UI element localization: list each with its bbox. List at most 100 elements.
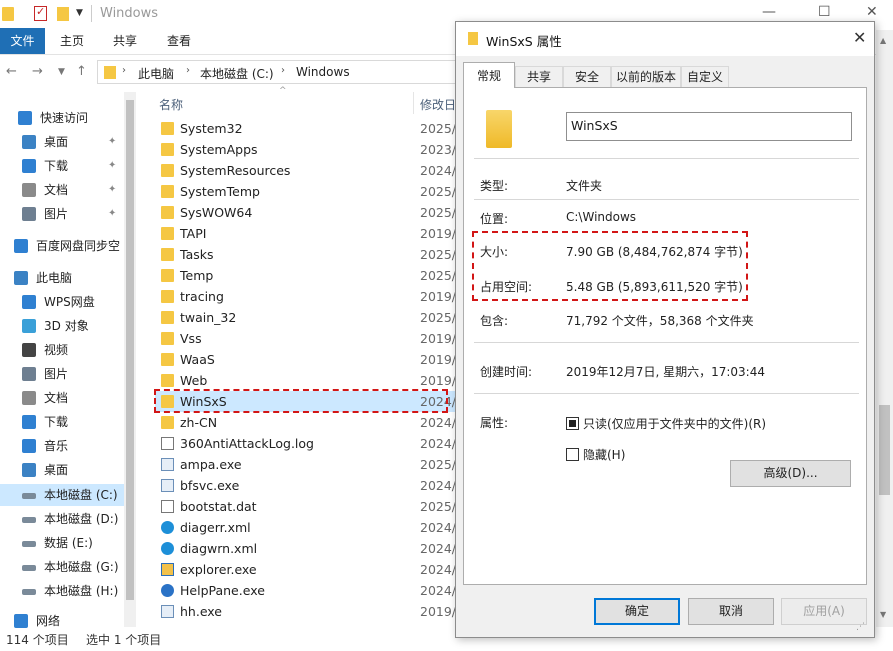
nav-item[interactable]: 本地磁盘 (C:) bbox=[0, 484, 124, 506]
properties-icon[interactable] bbox=[34, 5, 47, 21]
file-row[interactable]: HelpPane.exe 2024/0 bbox=[155, 580, 464, 601]
nav-item[interactable]: WPS网盘 bbox=[0, 291, 124, 313]
readonly-label[interactable]: 只读(仅应用于文件夹中的文件)(R) bbox=[583, 415, 766, 432]
file-row[interactable]: bootstat.dat 2025/2 bbox=[155, 496, 464, 517]
file-row[interactable]: SystemTemp 2025/2 bbox=[155, 181, 464, 202]
nav-item[interactable]: 3D 对象 bbox=[0, 315, 124, 337]
attributes-label: 属性: bbox=[480, 416, 509, 430]
file-row[interactable]: tracing 2019/1 bbox=[155, 286, 464, 307]
cancel-button[interactable]: 取消 bbox=[688, 598, 774, 625]
file-row[interactable]: diagwrn.xml 2024/0 bbox=[155, 538, 464, 559]
scroll-down-icon[interactable]: ▼ bbox=[880, 610, 886, 619]
dialog-close-button[interactable]: ✕ bbox=[853, 28, 866, 47]
file-list-scrollbar[interactable]: ▲ ▼ bbox=[876, 30, 893, 627]
hidden-checkbox[interactable] bbox=[566, 448, 579, 461]
file-row[interactable]: twain_32 2025/2 bbox=[155, 307, 464, 328]
nav-item[interactable]: 视频 bbox=[0, 339, 124, 361]
pin-icon[interactable]: ✦ bbox=[108, 179, 116, 201]
pin-icon[interactable]: ✦ bbox=[108, 155, 116, 177]
nav-item[interactable]: 下载 bbox=[0, 411, 124, 433]
nav-item-label: 百度网盘同步空 bbox=[36, 239, 121, 253]
nav-item[interactable]: 图片 bbox=[0, 363, 124, 385]
file-row[interactable]: bfsvc.exe 2024/0 bbox=[155, 475, 464, 496]
file-row[interactable]: SystemResources 2024/0 bbox=[155, 160, 464, 181]
file-row[interactable]: SystemApps 2023/1 bbox=[155, 139, 464, 160]
baidu-cloud-icon bbox=[14, 239, 28, 253]
file-row[interactable]: WaaS 2019/1 bbox=[155, 349, 464, 370]
back-icon[interactable]: ← bbox=[6, 64, 17, 79]
tab-view[interactable]: 查看 bbox=[157, 28, 201, 54]
scrollbar-thumb[interactable] bbox=[126, 100, 134, 600]
nav-item[interactable]: 音乐 bbox=[0, 435, 124, 457]
nav-scrollbar[interactable] bbox=[124, 92, 136, 627]
file-row[interactable]: 360AntiAttackLog.log 2024/0 bbox=[155, 433, 464, 454]
file-row[interactable]: SysWOW64 2025/2 bbox=[155, 202, 464, 223]
music-icon bbox=[22, 439, 36, 453]
resize-grip-icon[interactable]: ⋰ bbox=[856, 622, 865, 632]
pin-icon[interactable]: ✦ bbox=[108, 131, 116, 153]
breadcrumb-this-pc[interactable]: 此电脑 bbox=[138, 65, 174, 82]
file-row[interactable]: ampa.exe 2025/1 bbox=[155, 454, 464, 475]
recent-locations-icon[interactable]: ▼ bbox=[58, 67, 65, 77]
nav-item[interactable]: 下载 ✦ bbox=[0, 155, 124, 177]
breadcrumb-windows[interactable]: Windows bbox=[296, 65, 350, 79]
breadcrumb-drive-c[interactable]: 本地磁盘 (C:) bbox=[200, 65, 274, 82]
file-row[interactable]: Temp 2025/2 bbox=[155, 265, 464, 286]
chevron-right-icon[interactable]: › bbox=[281, 65, 285, 76]
tab-file[interactable]: 文件 bbox=[0, 28, 45, 54]
minimize-button[interactable]: — bbox=[762, 4, 776, 20]
advanced-button[interactable]: 高级(D)... bbox=[730, 460, 851, 487]
file-row[interactable]: Vss 2019/1 bbox=[155, 328, 464, 349]
ok-button[interactable]: 确定 bbox=[594, 598, 680, 625]
hidden-label[interactable]: 隐藏(H) bbox=[583, 446, 625, 463]
tab-home[interactable]: 主页 bbox=[50, 28, 94, 54]
column-divider[interactable] bbox=[413, 92, 414, 114]
file-row[interactable]: Tasks 2025/2 bbox=[155, 244, 464, 265]
apply-button[interactable]: 应用(A) bbox=[781, 598, 867, 625]
customize-toolbar-icon[interactable]: ▼ bbox=[76, 8, 83, 24]
forward-icon[interactable]: → bbox=[32, 64, 43, 79]
tab-security[interactable]: 安全 bbox=[563, 66, 611, 87]
file-row[interactable]: hh.exe 2019/1 bbox=[155, 601, 464, 622]
nav-item[interactable]: 数据 (E:) bbox=[0, 532, 124, 554]
file-row[interactable]: diagerr.xml 2024/0 bbox=[155, 517, 464, 538]
readonly-checkbox[interactable] bbox=[566, 417, 579, 430]
selected-count: 选中 1 个项目 bbox=[86, 633, 162, 647]
nav-item[interactable]: 桌面 bbox=[0, 459, 124, 481]
tab-sharing[interactable]: 共享 bbox=[515, 66, 563, 87]
column-header-name[interactable]: 名称 bbox=[159, 96, 183, 113]
nav-item[interactable]: 文档 ✦ bbox=[0, 179, 124, 201]
nav-item[interactable]: 本地磁盘 (G:) bbox=[0, 556, 124, 578]
nav-item[interactable]: 此电脑 bbox=[0, 267, 124, 289]
tab-share[interactable]: 共享 bbox=[103, 28, 147, 54]
file-row[interactable]: System32 2025/2 bbox=[155, 118, 464, 139]
nav-item[interactable]: 图片 ✦ bbox=[0, 203, 124, 225]
up-icon[interactable]: ↑ bbox=[76, 64, 87, 79]
file-row[interactable]: Web 2019/1 bbox=[155, 370, 464, 391]
nav-item[interactable]: 快速访问 bbox=[0, 107, 124, 129]
chevron-right-icon[interactable]: › bbox=[122, 65, 126, 76]
nav-item[interactable]: 文档 bbox=[0, 387, 124, 409]
tab-customize[interactable]: 自定义 bbox=[681, 66, 729, 87]
address-bar[interactable]: › 此电脑 › 本地磁盘 (C:) › Windows bbox=[97, 60, 457, 84]
tab-general[interactable]: 常规 bbox=[463, 62, 515, 88]
nav-item[interactable]: 本地磁盘 (H:) bbox=[0, 580, 124, 602]
column-header-date[interactable]: 修改日 bbox=[420, 96, 456, 113]
close-button[interactable]: ✕ bbox=[866, 4, 878, 20]
documents-icon bbox=[22, 391, 36, 405]
tab-previous-versions[interactable]: 以前的版本 bbox=[611, 66, 681, 87]
new-folder-icon[interactable] bbox=[57, 7, 69, 21]
pin-icon[interactable]: ✦ bbox=[108, 203, 116, 225]
maximize-button[interactable]: ☐ bbox=[818, 4, 831, 20]
file-row[interactable]: zh-CN 2024/0 bbox=[155, 412, 464, 433]
scroll-up-icon[interactable]: ▲ bbox=[880, 36, 886, 45]
divider bbox=[474, 393, 859, 394]
file-row[interactable]: explorer.exe 2024/0 bbox=[155, 559, 464, 580]
nav-item[interactable]: 桌面 ✦ bbox=[0, 131, 124, 153]
nav-item[interactable]: 百度网盘同步空 bbox=[0, 235, 124, 257]
file-row[interactable]: TAPI 2019/1 bbox=[155, 223, 464, 244]
folder-name-field[interactable]: WinSxS bbox=[566, 112, 852, 141]
chevron-right-icon[interactable]: › bbox=[186, 65, 190, 76]
scrollbar-thumb[interactable] bbox=[879, 405, 890, 495]
nav-item[interactable]: 本地磁盘 (D:) bbox=[0, 508, 124, 530]
